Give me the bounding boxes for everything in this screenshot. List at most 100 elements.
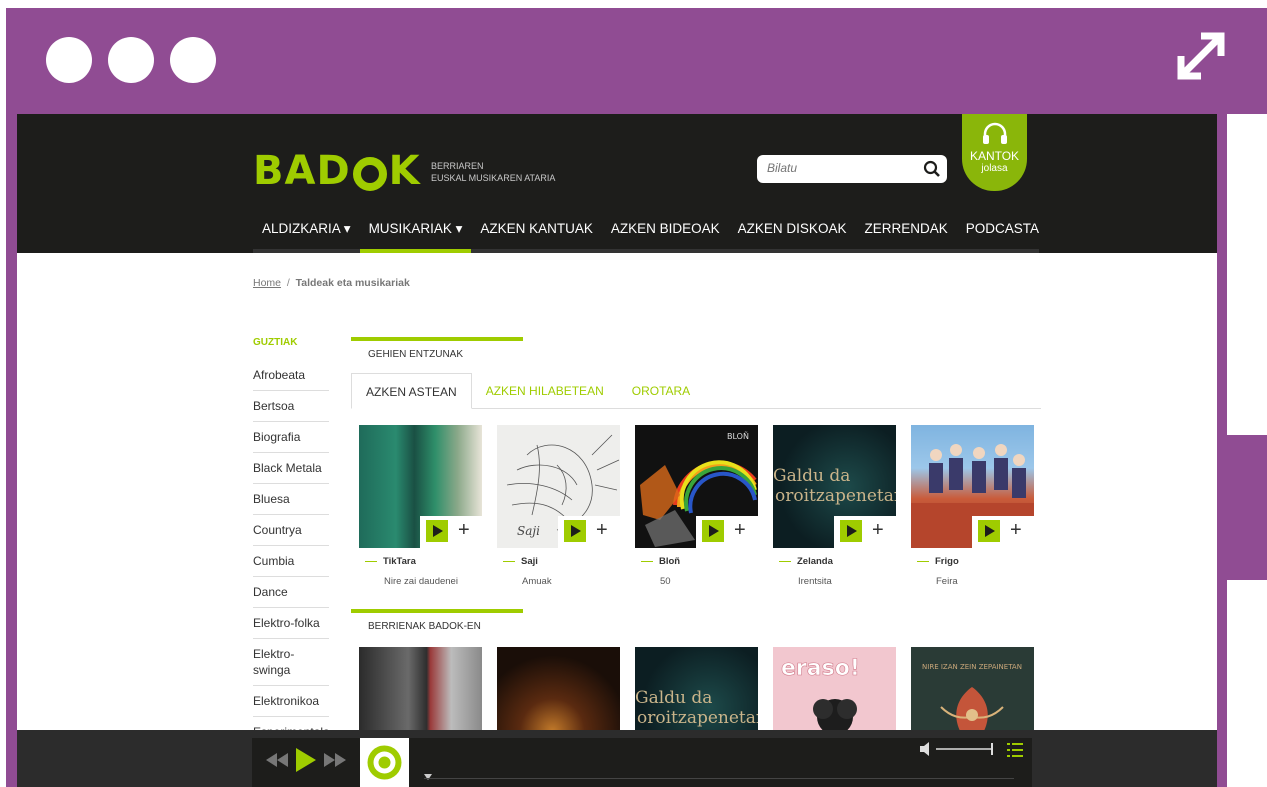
- breadcrumb-current: Taldeak eta musikariak: [295, 277, 410, 289]
- playlist-icon[interactable]: [1007, 743, 1023, 757]
- tab-orotara[interactable]: OROTARA: [618, 373, 704, 408]
- breadcrumb-separator: /: [286, 277, 290, 289]
- play-icon[interactable]: [426, 520, 448, 542]
- nav-zerrendak[interactable]: ZERRENDAK: [855, 212, 956, 253]
- window-dot-minimize[interactable]: [108, 37, 154, 83]
- plus-icon[interactable]: +: [1010, 518, 1022, 542]
- card-artist[interactable]: TikTara: [359, 556, 482, 567]
- volume-slider[interactable]: [920, 742, 1000, 756]
- plus-icon[interactable]: +: [734, 518, 746, 542]
- album-card: Saji + Saji Amuak: [497, 425, 620, 587]
- section-accent-bar: [351, 337, 523, 341]
- disc-icon: [367, 745, 402, 780]
- card-controls: +: [834, 516, 896, 548]
- chevron-down-icon[interactable]: [424, 774, 432, 780]
- album-cover[interactable]: +: [359, 425, 482, 548]
- album-cover[interactable]: BLOÑ +: [635, 425, 758, 548]
- nav-musikariak[interactable]: MUSIKARIAK ▾: [359, 212, 472, 253]
- card-artist[interactable]: Frigo: [911, 556, 1034, 567]
- genre-sidebar: GUZTIAK Afrobeata Bertsoa Biografia Blac…: [253, 337, 330, 748]
- genre-item[interactable]: Elektronikoa: [253, 686, 329, 717]
- nav-aldizkaria[interactable]: ALDIZKARIA ▾: [253, 212, 360, 253]
- play-icon[interactable]: [296, 748, 316, 772]
- card-album[interactable]: Irentsita: [773, 576, 896, 587]
- genre-item[interactable]: Dance: [253, 577, 329, 608]
- fast-forward-icon[interactable]: [324, 753, 346, 767]
- album-cover[interactable]: Saji +: [497, 425, 620, 548]
- cover-title: NIRE IZAN ZEIN ZEPAINETAN: [922, 663, 1022, 671]
- card-album[interactable]: Nire zai daudenei: [359, 576, 482, 587]
- window-controls: [46, 37, 216, 83]
- album-card: Galdu da oroitzapenetan + Zelanda Irents…: [773, 425, 896, 587]
- card-controls: +: [696, 516, 758, 548]
- tagline-line-2: EUSKAL MUSIKAREN ATARIA: [431, 173, 556, 183]
- search-box: [757, 155, 947, 183]
- expand-arrows-icon[interactable]: [1171, 26, 1231, 86]
- kantok-game-button[interactable]: KANTOK jolasa: [962, 114, 1027, 191]
- genre-item[interactable]: Bertsoa: [253, 391, 329, 422]
- nav-azken-kantuak[interactable]: AZKEN KANTUAK: [471, 212, 602, 253]
- play-icon[interactable]: [564, 520, 586, 542]
- section-accent-bar: [351, 609, 523, 613]
- play-icon[interactable]: [702, 520, 724, 542]
- plus-icon[interactable]: +: [458, 518, 470, 542]
- genre-item[interactable]: Biografia: [253, 422, 329, 453]
- genre-all[interactable]: GUZTIAK: [253, 337, 329, 360]
- tab-azken-astean[interactable]: AZKEN ASTEAN: [351, 373, 472, 409]
- breadcrumb-home[interactable]: Home: [253, 277, 281, 289]
- album-card: BLOÑ + Bloñ 50: [635, 425, 758, 587]
- album-cover[interactable]: +: [911, 425, 1034, 548]
- kantok-title: KANTOK: [969, 149, 1020, 163]
- album-card: + TikTara Nire zai daudenei: [359, 425, 482, 587]
- search-input[interactable]: [767, 161, 917, 175]
- frame-strip: [1227, 580, 1267, 787]
- period-tabs: AZKEN ASTEAN AZKEN HILABETEAN OROTARA: [351, 373, 1041, 409]
- nav-azken-diskoak[interactable]: AZKEN DISKOAK: [729, 212, 856, 253]
- most-listened-cards: + TikTara Nire zai daudenei Saji + Saji …: [359, 425, 1041, 587]
- tab-azken-hilabetean[interactable]: AZKEN HILABETEAN: [472, 373, 618, 408]
- card-controls: +: [420, 516, 482, 548]
- plus-icon[interactable]: +: [872, 518, 884, 542]
- window-dot-close[interactable]: [46, 37, 92, 83]
- album-cover[interactable]: Galdu da oroitzapenetan +: [773, 425, 896, 548]
- section-title: GEHIEN ENTZUNAK: [368, 349, 464, 360]
- page-viewport: BADK BERRIAREN EUSKAL MUSIKAREN ATARIA K…: [17, 114, 1217, 787]
- play-icon[interactable]: [978, 520, 1000, 542]
- nav-podcasta[interactable]: PODCASTA: [957, 212, 1048, 253]
- genre-item[interactable]: Cumbia: [253, 546, 329, 577]
- plus-icon[interactable]: +: [596, 518, 608, 542]
- tagline-line-1: BERRIAREN: [431, 161, 484, 171]
- window-dot-maximize[interactable]: [170, 37, 216, 83]
- most-listened-header: GEHIEN ENTZUNAK: [351, 337, 1041, 365]
- card-album[interactable]: 50: [635, 576, 758, 587]
- magnifier-icon[interactable]: [923, 160, 941, 178]
- genre-item[interactable]: Elektro-swinga: [253, 639, 329, 686]
- cover-title: eraso!: [781, 656, 860, 681]
- svg-text:Saji: Saji: [517, 524, 540, 538]
- rewind-icon[interactable]: [266, 753, 288, 767]
- main-content: GEHIEN ENTZUNAK AZKEN ASTEAN AZKEN HILAB…: [351, 337, 1041, 767]
- audio-player: [17, 730, 1217, 787]
- nav-azken-bideoak[interactable]: AZKEN BIDEOAK: [602, 212, 729, 253]
- site-header: BADK BERRIAREN EUSKAL MUSIKAREN ATARIA K…: [17, 114, 1217, 253]
- genre-item[interactable]: Elektro-folka: [253, 608, 329, 639]
- genre-item[interactable]: Countrya: [253, 515, 329, 546]
- card-album[interactable]: Amuak: [497, 576, 620, 587]
- cover-title-line-2: oroitzapenetan: [775, 486, 896, 506]
- card-artist[interactable]: Bloñ: [635, 556, 758, 567]
- badok-logo[interactable]: BAD K: [253, 148, 421, 194]
- genre-item[interactable]: Bluesa: [253, 484, 329, 515]
- genre-item[interactable]: Black Metala: [253, 453, 329, 484]
- card-album[interactable]: Feira: [911, 576, 1034, 587]
- kantok-subtitle: jolasa: [981, 163, 1008, 174]
- newest-header: BERRIENAK BADOK-EN: [351, 609, 1041, 637]
- card-artist[interactable]: Zelanda: [773, 556, 896, 567]
- now-playing-cover[interactable]: [360, 738, 409, 787]
- play-icon[interactable]: [840, 520, 862, 542]
- cover-title-line-2: oroitzapenetan: [637, 708, 758, 728]
- main-nav: ALDIZKARIA ▾ MUSIKARIAK ▾ AZKEN KANTUAK …: [253, 212, 1048, 253]
- card-artist[interactable]: Saji: [497, 556, 620, 567]
- headphones-icon: [982, 122, 1007, 144]
- progress-bar[interactable]: [424, 778, 1014, 779]
- genre-item[interactable]: Afrobeata: [253, 360, 329, 391]
